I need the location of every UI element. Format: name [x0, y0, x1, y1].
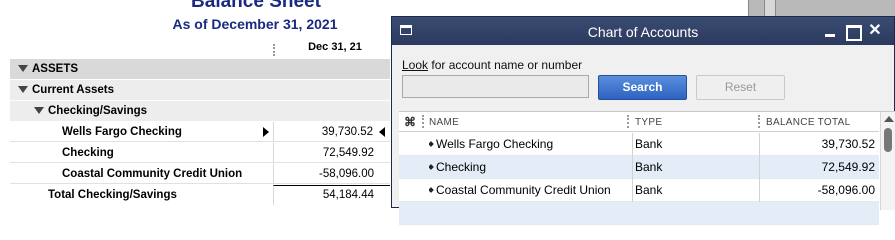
column-resize-handle[interactable] [422, 115, 424, 128]
bullet-icon [429, 140, 434, 147]
reset-button[interactable]: Reset [696, 75, 785, 100]
column-header-balance[interactable]: BALANCE TOTAL [766, 117, 851, 128]
row-pointer-left-icon [379, 127, 385, 137]
column-header-name[interactable]: NAME [429, 117, 459, 128]
background-window-edge [764, 0, 776, 16]
row-amount[interactable]: 39,730.52 [322, 122, 373, 142]
search-input[interactable] [402, 75, 589, 98]
row-label: Checking/Savings [48, 105, 148, 117]
account-type: Bank [632, 179, 758, 202]
account-row[interactable]: Wells Fargo Checking Bank 39,730.52 [399, 133, 879, 156]
collapse-triangle-icon[interactable] [18, 86, 28, 93]
window-title: Chart of Accounts [587, 24, 699, 40]
report-row-wells-fargo[interactable]: Wells Fargo Checking 39,730.52 [10, 122, 390, 142]
account-balance: 72,549.92 [759, 156, 879, 179]
row-label: Current Assets [32, 84, 115, 96]
account-name: Wells Fargo Checking [436, 137, 554, 151]
account-balance: -58,096.00 [759, 179, 879, 202]
row-amount[interactable]: -58,096.00 [319, 164, 374, 184]
row-label: Checking [62, 147, 114, 159]
column-resize-handle[interactable] [627, 115, 629, 128]
account-name-cell: Checking [429, 156, 627, 179]
report-title: Balance Sheet [191, 0, 321, 12]
account-name: Coastal Community Credit Union [436, 183, 611, 197]
row-label: Total Checking/Savings [48, 189, 177, 201]
column-header-type[interactable]: TYPE [635, 117, 662, 128]
report-row-assets[interactable]: ASSETS [10, 59, 390, 79]
search-label-mnemonic: Look [402, 58, 429, 72]
account-type: Bank [632, 133, 758, 156]
account-name: Checking [436, 160, 487, 174]
row-label: Coastal Community Credit Union [62, 168, 243, 180]
report-row-coastal[interactable]: Coastal Community Credit Union -58,096.0… [10, 164, 390, 184]
report-row-total-checking-savings[interactable]: Total Checking/Savings 54,184.44 [10, 185, 390, 205]
chart-of-accounts-window: Chart of Accounts ✕ Look for account nam… [391, 16, 895, 225]
report-row-checking-savings[interactable]: Checking/Savings [10, 101, 390, 121]
column-resize-handle[interactable] [758, 115, 760, 128]
minimize-icon[interactable] [822, 23, 838, 39]
bullet-icon [429, 163, 434, 170]
report-row-current-assets[interactable]: Current Assets [10, 80, 390, 100]
column-resize-handle[interactable] [273, 44, 275, 56]
search-label-text: for account name or number [428, 58, 583, 72]
row-label: Wells Fargo Checking [62, 126, 182, 138]
account-row[interactable]: Checking Bank 72,549.92 [399, 156, 879, 179]
collapse-triangle-icon[interactable] [18, 65, 28, 72]
account-name-cell: Coastal Community Credit Union [429, 179, 627, 202]
maximize-icon[interactable] [844, 23, 862, 41]
account-type: Bank [632, 156, 758, 179]
column-header-date[interactable]: Dec 31, 21 [285, 41, 385, 53]
report-row-checking[interactable]: Checking 72,549.92 [10, 143, 390, 163]
row-label: ASSETS [32, 63, 79, 75]
row-pointer-right-icon [263, 127, 269, 137]
account-row-partial[interactable] [399, 202, 879, 225]
account-row[interactable]: Coastal Community Credit Union Bank -58,… [399, 179, 879, 202]
bullet-icon [429, 186, 434, 193]
search-button[interactable]: Search [598, 75, 687, 100]
grid-header: ⌘ NAME TYPE BALANCE TOTAL [399, 112, 879, 132]
column-settings-icon[interactable]: ⌘ [404, 115, 416, 129]
report-subtitle: As of December 31, 2021 [172, 16, 338, 32]
scroll-up-arrow-icon[interactable] [884, 116, 894, 122]
search-label: Look for account name or number [402, 58, 582, 72]
account-balance: 39,730.52 [759, 133, 879, 156]
scrollbar-thumb[interactable] [884, 128, 892, 152]
accounts-grid: ⌘ NAME TYPE BALANCE TOTAL Wells Fargo Ch… [399, 111, 895, 225]
close-icon[interactable]: ✕ [867, 23, 883, 39]
vertical-scrollbar[interactable] [880, 112, 895, 210]
row-amount[interactable]: 54,184.44 [323, 185, 374, 205]
row-amount[interactable]: 72,549.92 [323, 143, 374, 163]
account-name-cell: Wells Fargo Checking [429, 133, 627, 156]
report-column-header-row: Dec 31, 21 [10, 40, 390, 58]
collapse-triangle-icon[interactable] [34, 107, 44, 114]
window-titlebar[interactable]: Chart of Accounts ✕ [392, 17, 894, 45]
